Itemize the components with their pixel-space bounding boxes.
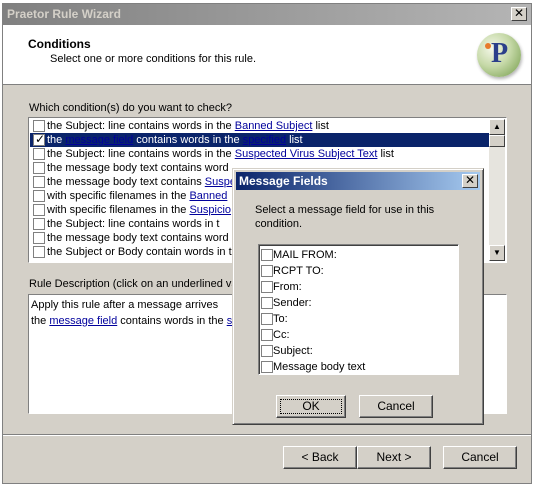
scroll-down-icon[interactable]: ▼	[489, 245, 505, 261]
praetor-logo-icon: P	[477, 33, 521, 77]
condition-text: the Subject: line contains words in the	[47, 120, 235, 132]
condition-text: contains words in the	[133, 134, 243, 146]
condition-text: with specific filenames in the	[47, 204, 190, 216]
conditions-scrollbar[interactable]: ▲ ▼	[489, 119, 505, 261]
message-field-item[interactable]: Subject:	[259, 343, 458, 359]
condition-text: the message body text contains word	[47, 232, 229, 244]
ok-button[interactable]: OK	[276, 395, 346, 418]
field-label: Cc:	[273, 329, 290, 341]
condition-item[interactable]: the Subject: line contains words in the …	[30, 119, 490, 133]
field-checkbox[interactable]	[261, 281, 273, 293]
field-checkbox[interactable]	[261, 265, 273, 277]
close-icon[interactable]: ✕	[462, 174, 478, 188]
scroll-thumb[interactable]	[489, 135, 505, 147]
condition-item[interactable]: the Subject: line contains words in the …	[30, 147, 490, 161]
message-field-item[interactable]: Cc:	[259, 327, 458, 343]
dialog-instruction: Select a message field for use in this c…	[255, 204, 435, 230]
condition-text: list	[377, 148, 394, 160]
close-icon[interactable]: ✕	[511, 7, 527, 21]
condition-link[interactable]: Banned	[189, 190, 227, 202]
wizard-window: Praetor Rule Wizard ✕ Conditions Select …	[2, 3, 532, 484]
dialog-title: Message Fields	[239, 174, 328, 188]
field-label: RCPT TO:	[273, 265, 324, 277]
condition-text: list	[286, 134, 303, 146]
field-checkbox[interactable]	[261, 297, 273, 309]
condition-checkbox[interactable]	[33, 176, 45, 188]
conditions-question: Which condition(s) do you want to check?	[29, 102, 232, 114]
condition-checkbox[interactable]	[33, 120, 45, 132]
condition-text: the Subject: line contains words in the	[47, 148, 235, 160]
field-label: MAIL FROM:	[273, 249, 337, 261]
field-label: Sender:	[273, 297, 312, 309]
condition-checkbox[interactable]	[33, 190, 45, 202]
condition-checkbox[interactable]	[33, 162, 45, 174]
message-field-item[interactable]: MAIL FROM:	[259, 247, 458, 263]
message-field-link[interactable]: message field	[49, 315, 117, 327]
scroll-up-icon[interactable]: ▲	[489, 119, 505, 135]
condition-text: the Subject: line contains words in t	[47, 218, 220, 230]
logo-letter: P	[491, 38, 509, 69]
field-checkbox[interactable]	[261, 361, 273, 373]
cancel-button[interactable]: Cancel	[443, 446, 517, 469]
dialog-title-bar: Message Fields ✕	[236, 172, 480, 190]
field-label: Subject:	[273, 345, 313, 357]
condition-checkbox[interactable]	[33, 218, 45, 230]
condition-link[interactable]: message field	[65, 134, 133, 146]
condition-text: the	[47, 134, 66, 146]
condition-link[interactable]: Banned Subject	[235, 120, 313, 132]
message-field-item[interactable]: From:	[259, 279, 458, 295]
divider	[3, 434, 531, 436]
condition-text: the Subject or Body contain words in t	[47, 246, 232, 258]
message-field-item[interactable]: Message body text	[259, 359, 458, 374]
field-label: From:	[273, 281, 302, 293]
description-text: the	[31, 315, 50, 327]
condition-checkbox[interactable]	[33, 148, 45, 160]
field-checkbox[interactable]	[261, 329, 273, 341]
condition-link[interactable]: Suspected Virus Subject Text	[235, 148, 378, 160]
message-fields-dialog: Message Fields ✕ Select a message field …	[232, 168, 484, 425]
field-checkbox[interactable]	[261, 313, 273, 325]
next-button[interactable]: Next >	[357, 446, 431, 469]
title-bar: Praetor Rule Wizard ✕	[3, 4, 531, 25]
condition-text: list	[312, 120, 329, 132]
field-checkbox[interactable]	[261, 249, 273, 261]
back-button[interactable]: < Back	[283, 446, 357, 469]
page-title: Conditions	[28, 37, 91, 51]
field-label: Message body text	[273, 361, 366, 373]
condition-text: the message body text contains	[47, 176, 205, 188]
description-text: contains words in the	[117, 315, 227, 327]
condition-link[interactable]: Suspicio	[189, 204, 231, 216]
field-checkbox[interactable]	[261, 345, 273, 357]
window-title: Praetor Rule Wizard	[7, 7, 121, 21]
message-field-item[interactable]: Sender:	[259, 295, 458, 311]
message-field-item[interactable]: To:	[259, 311, 458, 327]
condition-item[interactable]: the message field contains words in the …	[30, 132, 490, 147]
condition-text: with specific filenames in the	[47, 190, 190, 202]
description-label: Rule Description (click on an underlined…	[29, 278, 238, 290]
wizard-header: Conditions Select one or more conditions…	[3, 25, 531, 85]
condition-link[interactable]: specified	[243, 134, 286, 146]
condition-checkbox[interactable]	[33, 246, 45, 258]
condition-checkbox[interactable]	[33, 132, 45, 146]
message-field-list[interactable]: MAIL FROM: RCPT TO: From: Sender: To: Cc: Subj…	[258, 244, 459, 375]
message-field-item[interactable]: RCPT TO:	[259, 263, 458, 279]
condition-checkbox[interactable]	[33, 204, 45, 216]
field-label: To:	[273, 313, 288, 325]
page-subtitle: Select one or more conditions for this r…	[50, 53, 257, 65]
dialog-cancel-button[interactable]: Cancel	[359, 395, 433, 418]
condition-checkbox[interactable]	[33, 232, 45, 244]
condition-text: the message body text contains word	[47, 162, 229, 174]
